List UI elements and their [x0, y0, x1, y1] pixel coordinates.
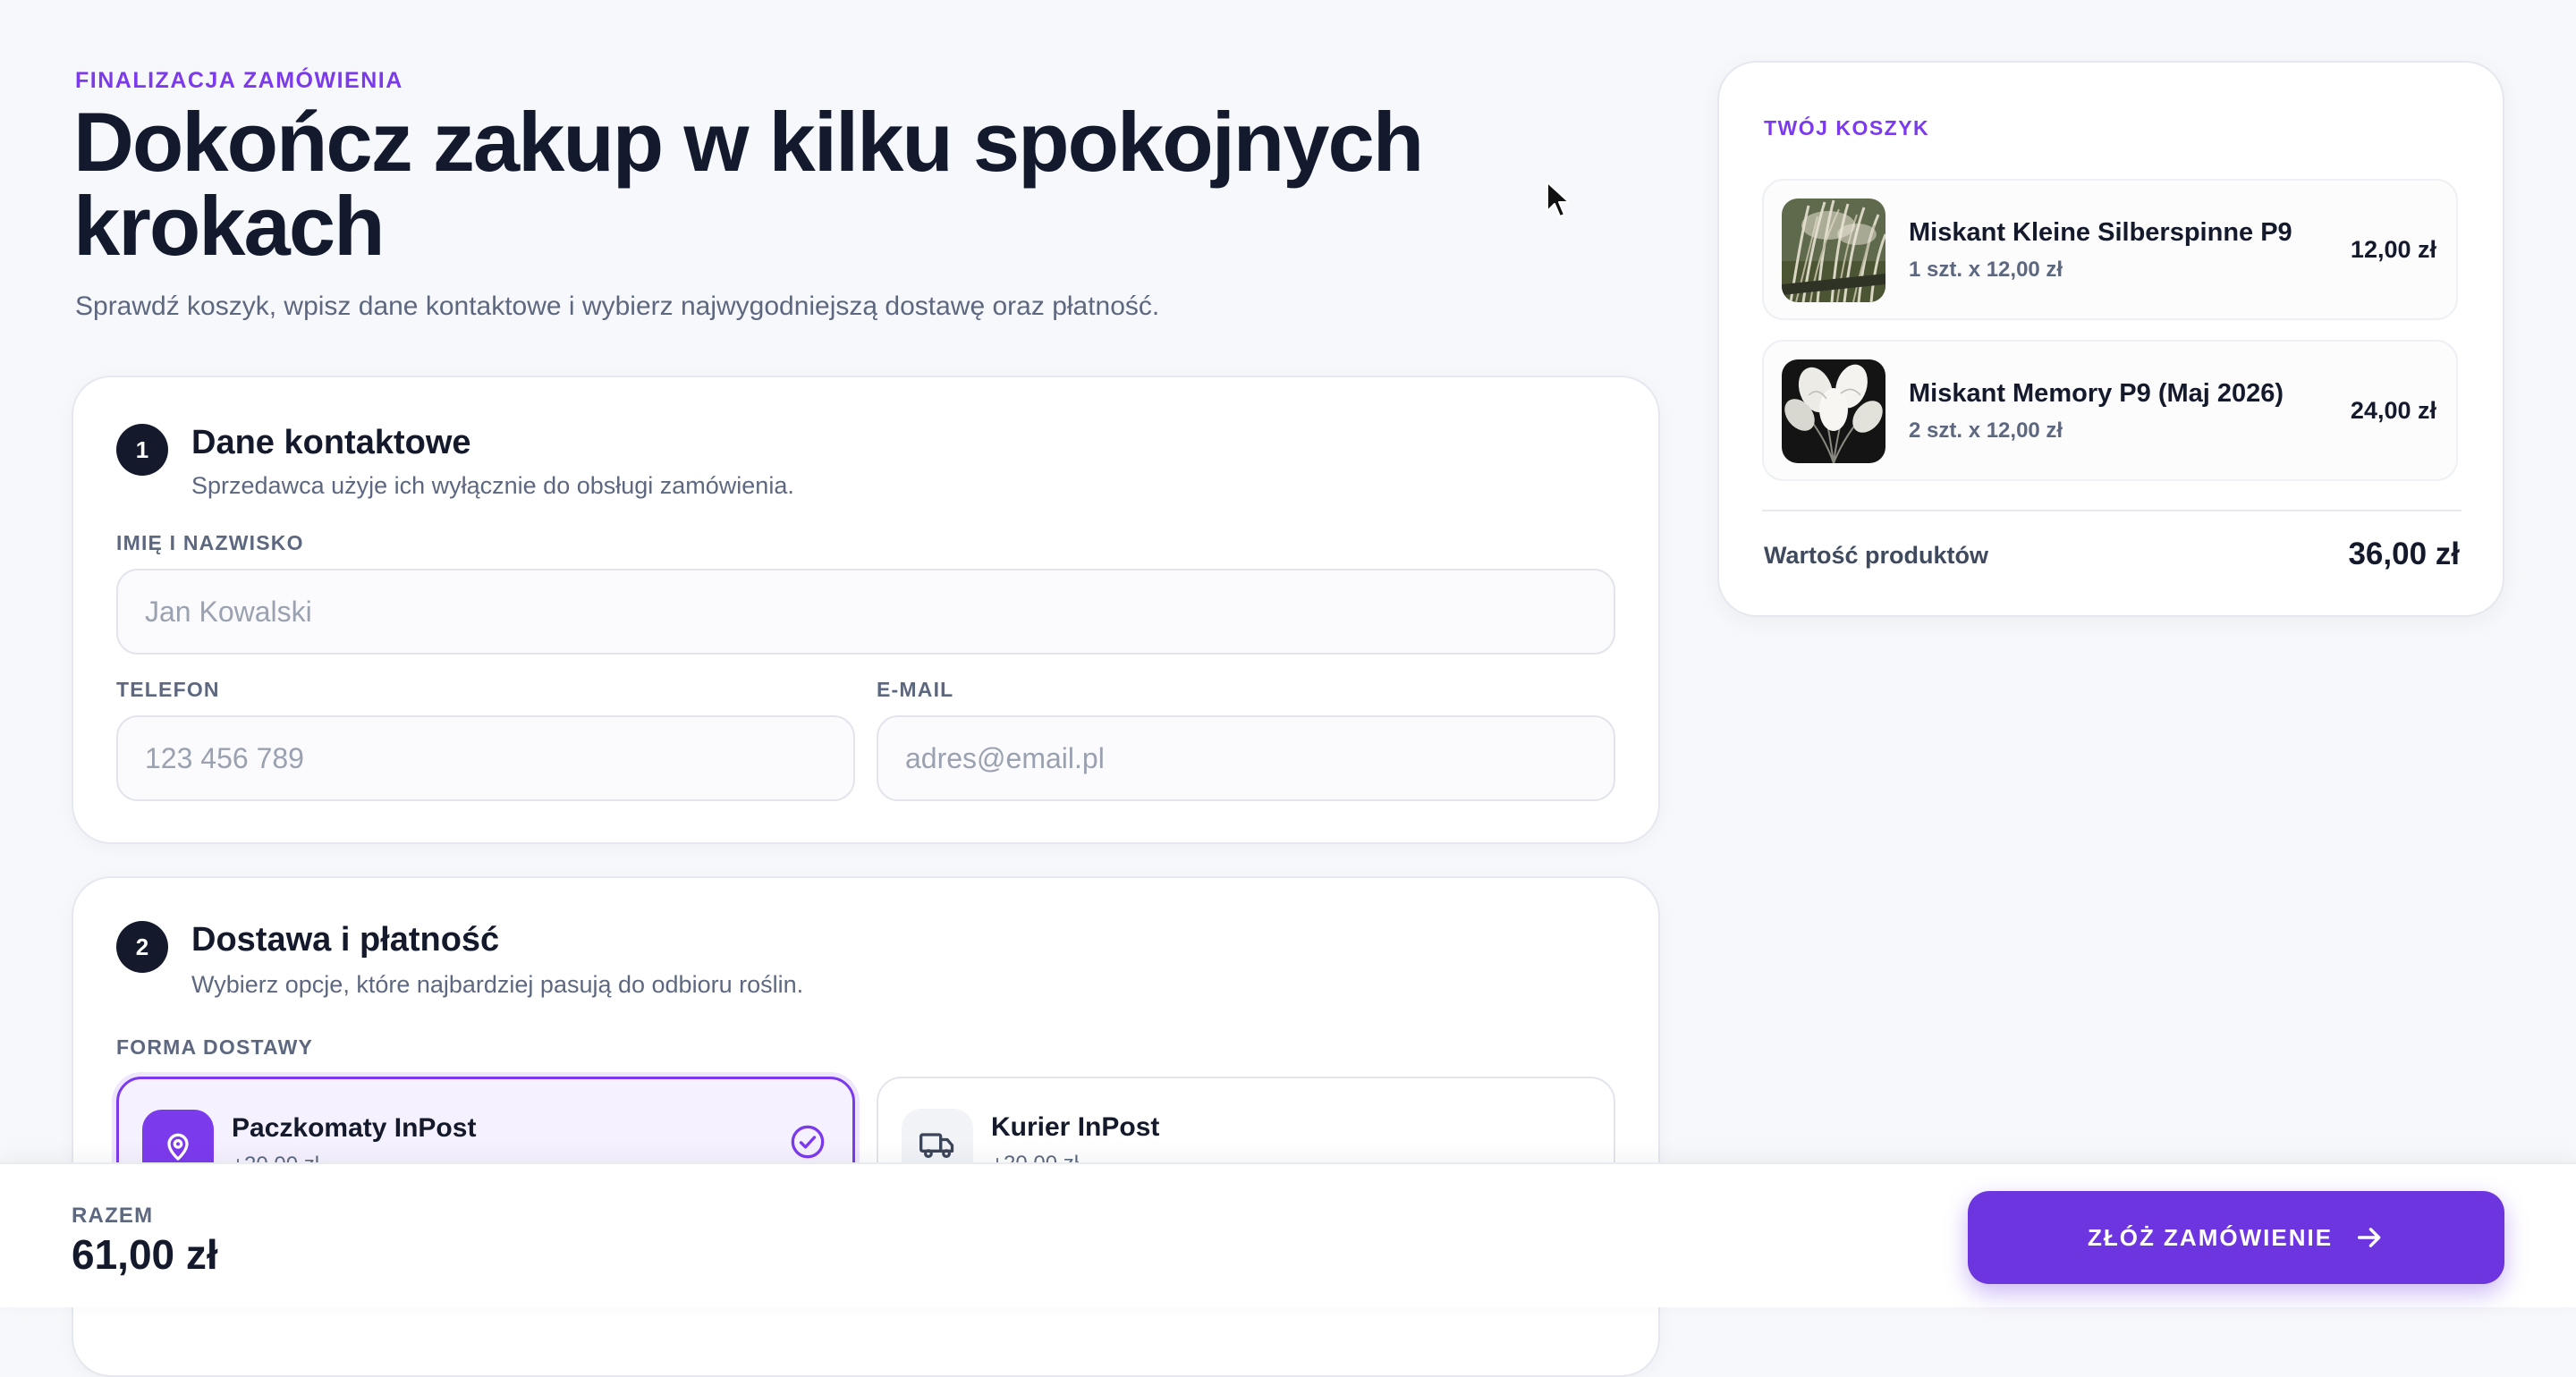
- checkout-bottom-bar: RAZEM 61,00 zł ZŁÓŻ ZAMÓWIENIE: [0, 1162, 2576, 1307]
- delivery-method-label: FORMA DOSTAWY: [116, 1035, 314, 1059]
- cart-item-name: Miskant Kleine Silberspinne P9: [1909, 218, 2292, 247]
- cart-divider: [1762, 510, 2462, 511]
- cart-item-price: 12,00 zł: [2350, 236, 2436, 263]
- cart-subtotal-label: Wartość produktów: [1764, 542, 1989, 569]
- cart-panel: TWÓJ KOSZYK Miskant Kleine Silberspinne …: [1717, 61, 2504, 617]
- cart-item: Miskant Kleine Silberspinne P9 1 szt. x …: [1762, 179, 2458, 320]
- product-thumbnail: [1782, 199, 1885, 302]
- cart-item-quantity: 1 szt. x 12,00 zł: [1909, 258, 2063, 282]
- cart-item: Miskant Memory P9 (Maj 2026) 2 szt. x 12…: [1762, 340, 2458, 481]
- email-input[interactable]: [877, 715, 1615, 801]
- arrow-right-icon: [2358, 1228, 2381, 1247]
- page-title: Dokończ zakup w kilku spokojnych krokach: [73, 95, 1424, 273]
- contact-section: 1 Dane kontaktowe Sprzedawca użyje ich w…: [72, 376, 1660, 844]
- mouse-cursor-icon: [1546, 182, 1570, 217]
- check-circle-icon: [791, 1125, 825, 1159]
- name-input[interactable]: [116, 569, 1615, 655]
- cart-item-name: Miskant Memory P9 (Maj 2026): [1909, 379, 2284, 408]
- checkout-eyebrow: FINALIZACJA ZAMÓWIENIA: [75, 68, 403, 93]
- product-thumbnail: [1782, 359, 1885, 463]
- delivery-section-description: Wybierz opcje, które najbardziej pasują …: [191, 971, 804, 998]
- step-2-badge: 2: [116, 921, 168, 973]
- page-subtitle: Sprawdź koszyk, wpisz dane kontaktowe i …: [75, 291, 1160, 321]
- delivery-option-name: Paczkomaty InPost: [232, 1113, 477, 1143]
- order-total-value: 61,00 zł: [72, 1231, 218, 1278]
- cart-item-price: 24,00 zł: [2350, 397, 2436, 424]
- delivery-section-title: Dostawa i płatność: [191, 921, 500, 959]
- cart-item-quantity: 2 szt. x 12,00 zł: [1909, 418, 2063, 443]
- email-field-label: E-MAIL: [877, 678, 954, 701]
- place-order-button[interactable]: ZŁÓŻ ZAMÓWIENIE: [1968, 1191, 2504, 1284]
- delivery-option-name: Kurier InPost: [991, 1112, 1160, 1142]
- phone-input[interactable]: [116, 715, 855, 801]
- contact-section-description: Sprzedawca użyje ich wyłącznie do obsług…: [191, 472, 794, 499]
- cart-heading: TWÓJ KOSZYK: [1764, 116, 1930, 139]
- contact-section-title: Dane kontaktowe: [191, 424, 471, 461]
- order-total-label: RAZEM: [72, 1204, 154, 1228]
- step-1-badge: 1: [116, 424, 168, 476]
- place-order-button-label: ZŁÓŻ ZAMÓWIENIE: [2087, 1223, 2334, 1251]
- cart-subtotal-value: 36,00 zł: [2348, 536, 2460, 571]
- phone-field-label: TELEFON: [116, 678, 220, 701]
- name-field-label: IMIĘ I NAZWISKO: [116, 531, 304, 554]
